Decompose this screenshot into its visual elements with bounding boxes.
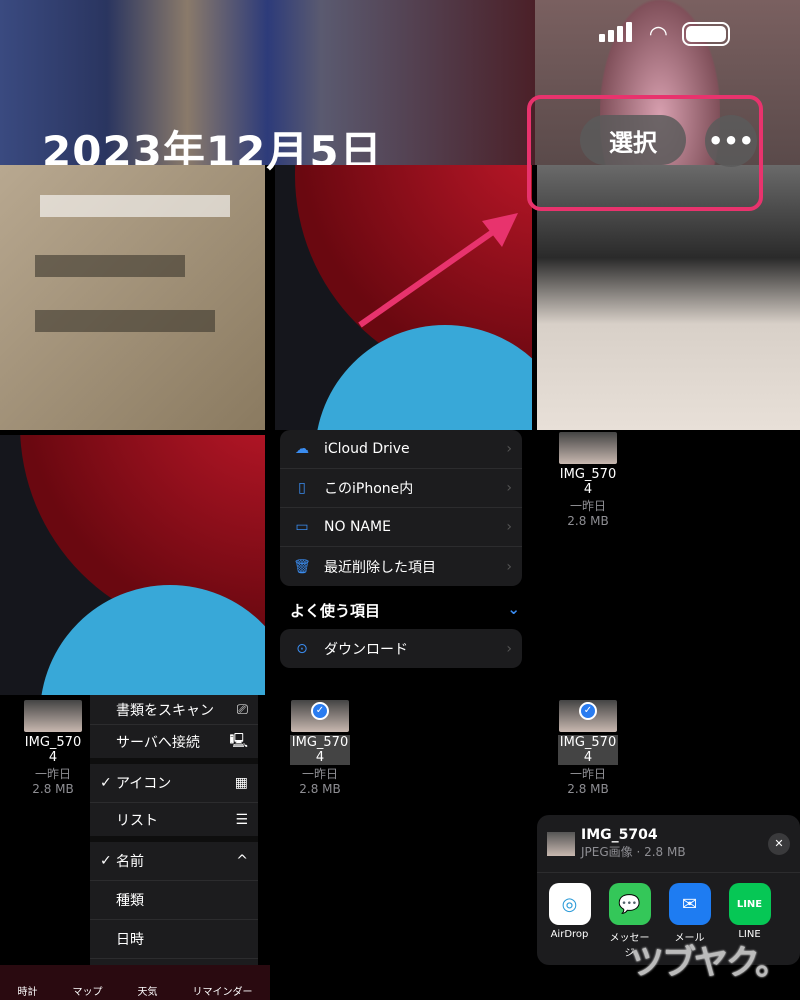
chevron-right-icon: › [506,640,512,657]
chevron-right-icon: › [506,441,512,457]
iphone-icon: ▯ [298,480,306,496]
dock-app-maps[interactable]: マップ [73,983,103,998]
dock-app-reminders[interactable]: リマインダー [193,983,253,998]
location-icloud-drive[interactable]: ☁ iCloud Drive › [280,430,522,469]
mail-icon: ✉ [668,883,711,925]
list-icon: ☰ [235,811,248,828]
grid-icon: ▦ [234,775,248,791]
messages-icon: 💬 [608,883,651,925]
chevron-right-icon: › [506,480,512,496]
file-thumbnail [24,700,82,732]
cloud-icon: ☁ [295,441,309,457]
watermark-logo: ツブヤク。 [630,943,789,983]
download-icon: ⊙ [296,640,308,657]
menu-item-date[interactable]: 日時 [90,920,258,959]
menu-item-connect-server[interactable]: サーバへ接続 🖳 [90,725,258,764]
trash-icon: 🗑 [293,558,311,575]
files-locations: ☁ iCloud Drive › ▯ このiPhone内 › ▭ NO NAME › 🗑 最近… [278,430,532,680]
annotation-arrow [358,213,518,328]
file-item-selected[interactable]: ✓ IMG_570 4 一昨日 2.8 MB [280,700,360,796]
home-dock: 時計 マップ 天気 リマインダー [0,965,270,1000]
scan-icon: ⎚ [236,701,248,718]
chevron-up-icon: ^ [236,853,248,869]
context-menu: 書類をスキャン ⎚ サーバへ接続 🖳 ✓ アイコン ▦ リスト ☰ ✓ 名前 ^ 種類 日時 [90,695,258,965]
battery-icon [682,22,730,46]
favorite-downloads[interactable]: ⊙ ダウンロード › [280,629,522,668]
file-item-selected[interactable]: ✓ IMG_570 4 一昨日 2.8 MB [548,700,628,796]
file-item[interactable]: IMG_570 4 一昨日 2.8 MB [548,432,628,528]
menu-item-scan-documents[interactable]: 書類をスキャン ⎚ [90,695,258,725]
checkmark-icon: ✓ [311,702,329,720]
signal-icon [598,22,635,46]
drive-icon: ▭ [295,519,309,535]
menu-item-icons[interactable]: ✓ アイコン ▦ [90,764,258,803]
more-button[interactable]: ••• [705,115,757,167]
favorites-header[interactable]: よく使う項目 ⌄ [278,586,532,629]
menu-item-kind[interactable]: 種類 [90,881,258,920]
file-thumbnail [547,831,575,856]
location-recently-deleted[interactable]: 🗑 最近削除した項目 › [280,547,522,586]
wifi-icon: ◠ [648,22,668,47]
checkmark-icon: ✓ [579,702,597,720]
airdrop-icon: ◎ [548,883,591,925]
file-thumbnail [559,432,617,464]
status-bar: ◠ [598,22,730,47]
dock-app-clock[interactable]: 時計 [18,983,38,998]
chevron-right-icon: › [506,519,512,535]
line-icon: LINE [728,883,771,925]
menu-item-list[interactable]: リスト ☰ [90,803,258,842]
select-button[interactable]: 選択 [580,115,686,165]
location-no-name[interactable]: ▭ NO NAME › [280,508,522,547]
share-app-airdrop[interactable]: ◎ AirDrop [547,883,592,959]
monitor-icon: 🖳 [229,732,248,749]
photo-thumbnail[interactable] [0,165,265,430]
chevron-down-icon: ⌄ [507,600,520,618]
location-iphone[interactable]: ▯ このiPhone内 › [280,469,522,508]
close-button[interactable]: ✕ [768,832,790,855]
photo-thumbnail[interactable] [0,435,265,695]
menu-item-name[interactable]: ✓ 名前 ^ [90,842,258,881]
dock-app-weather[interactable]: 天気 [138,983,158,998]
file-thumbnail: ✓ [559,700,617,732]
file-thumbnail: ✓ [291,700,349,732]
chevron-right-icon: › [506,558,512,575]
file-item[interactable]: IMG_570 4 一昨日 2.8 MB [13,700,93,796]
